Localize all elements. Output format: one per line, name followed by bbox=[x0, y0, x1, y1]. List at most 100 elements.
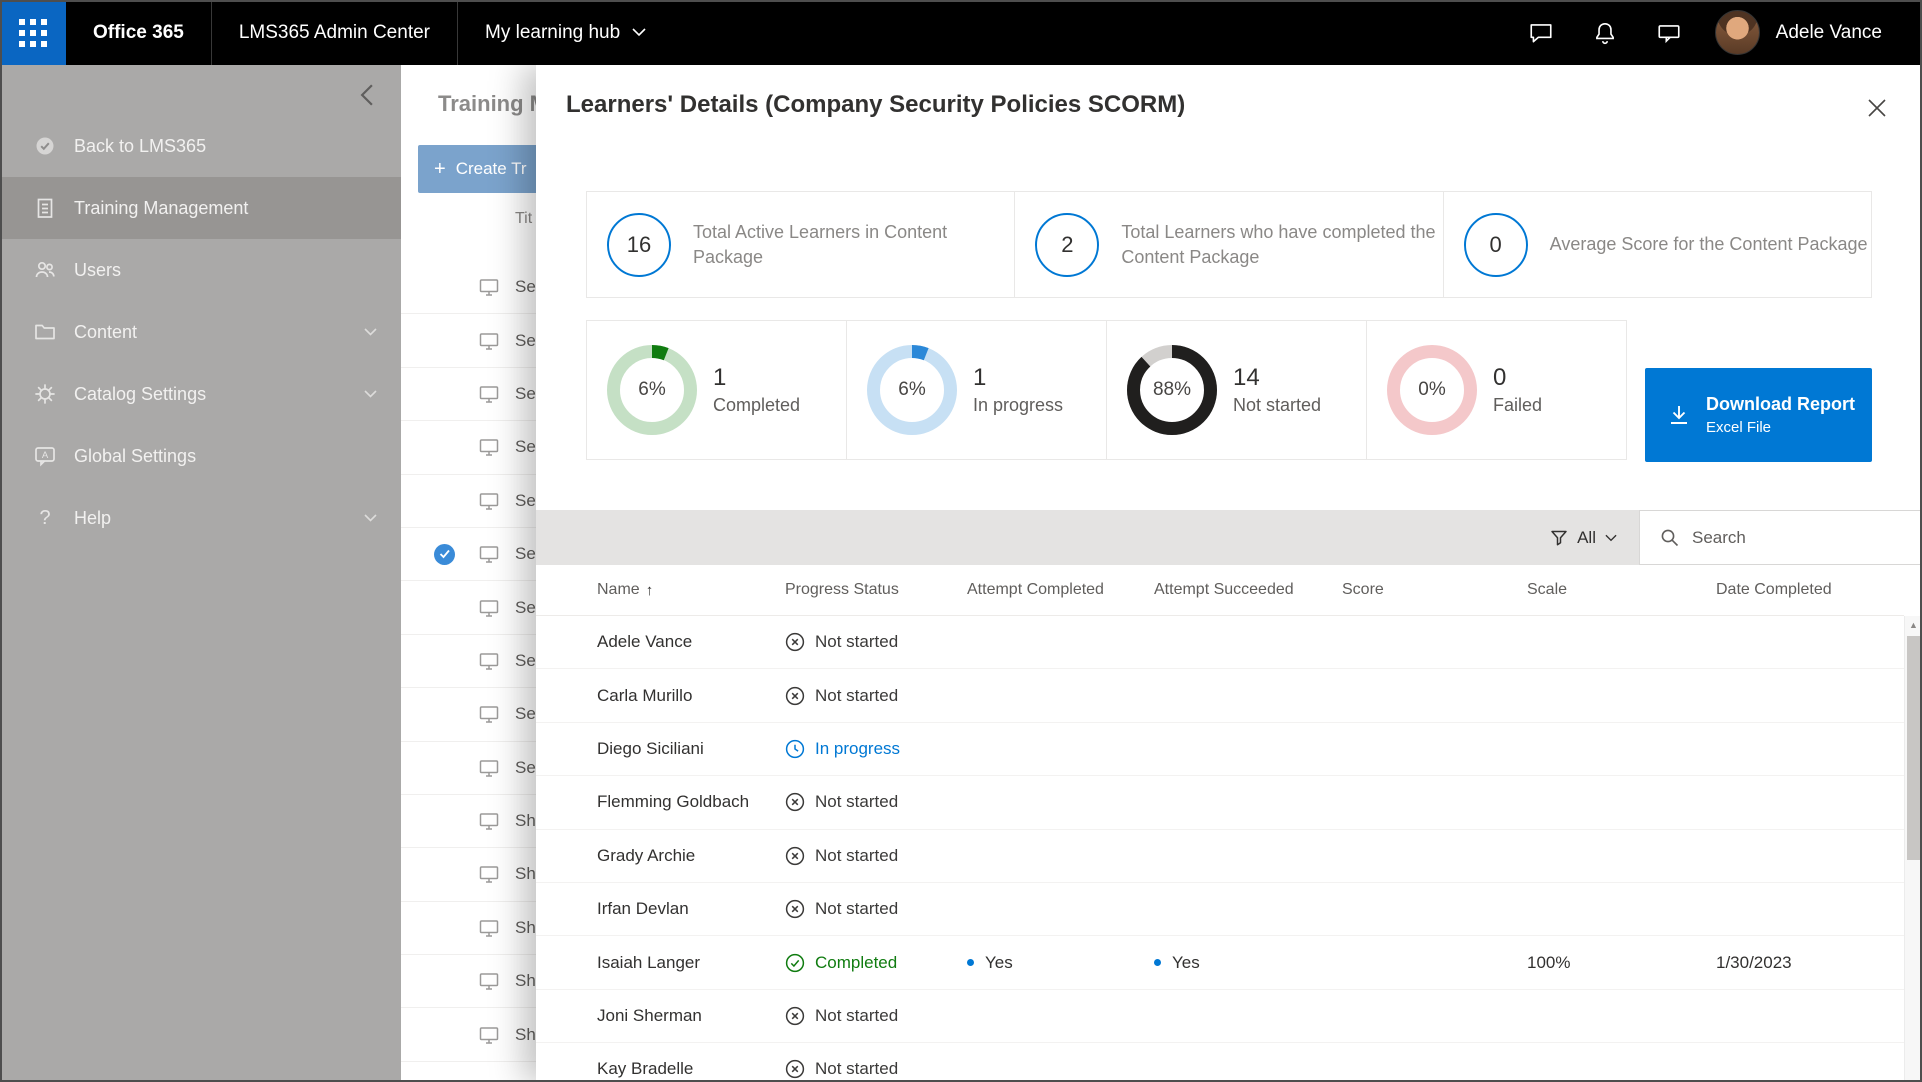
table-row[interactable]: Diego Siciliani In progress bbox=[536, 723, 1904, 776]
plus-icon: + bbox=[434, 158, 446, 181]
status-icon bbox=[785, 632, 805, 652]
sidebar-item-training-management[interactable]: Training Management bbox=[0, 177, 401, 239]
download-button-title: Download Report bbox=[1706, 394, 1855, 415]
sidebar-item-content[interactable]: Content bbox=[0, 301, 401, 363]
learner-name: Grady Archie bbox=[597, 846, 785, 866]
close-button[interactable] bbox=[1862, 93, 1892, 123]
donut-percent: 0% bbox=[1387, 345, 1477, 435]
feedback-button[interactable] bbox=[1637, 0, 1701, 65]
column-header-name[interactable]: Name ↑ bbox=[597, 581, 785, 599]
hub-menu[interactable]: My learning hub bbox=[458, 0, 673, 65]
table-row[interactable]: Adele Vance Not started bbox=[536, 616, 1904, 669]
stat-card-active-learners: 16 Total Active Learners in Content Pack… bbox=[586, 191, 1015, 298]
download-button-subtitle: Excel File bbox=[1706, 419, 1855, 436]
search-icon bbox=[1660, 528, 1679, 547]
monitor-icon bbox=[478, 650, 500, 672]
sidebar-item-label: Training Management bbox=[74, 198, 248, 219]
people-icon bbox=[33, 258, 57, 282]
attempt-succeeded-cell: Yes bbox=[1154, 953, 1342, 973]
monitor-icon bbox=[478, 543, 500, 565]
admin-center-link[interactable]: LMS365 Admin Center bbox=[212, 0, 457, 65]
table-row[interactable]: Flemming Goldbach Not started bbox=[536, 776, 1904, 829]
lms365-logo-icon bbox=[33, 134, 57, 158]
table-row[interactable]: Kay Bradelle Not started bbox=[536, 1043, 1904, 1082]
office-365-link[interactable]: Office 365 bbox=[66, 0, 211, 65]
table-row[interactable]: Isaiah Langer Completed Yes Yes 100% 1/3… bbox=[536, 936, 1904, 989]
stat-card-average-score: 0 Average Score for the Content Package bbox=[1443, 191, 1872, 298]
chevron-down-icon bbox=[364, 514, 377, 522]
user-name: Adele Vance bbox=[1776, 22, 1882, 44]
scroll-up-arrow-icon[interactable]: ▲ bbox=[1905, 616, 1922, 634]
avatar[interactable] bbox=[1715, 10, 1760, 55]
funnel-icon bbox=[1550, 529, 1568, 547]
progress-status-cell: Completed bbox=[785, 953, 967, 973]
sidebar-item-users[interactable]: Users bbox=[0, 239, 401, 301]
monitor-icon bbox=[478, 490, 500, 512]
search-input[interactable] bbox=[1692, 511, 1921, 564]
status-icon bbox=[785, 686, 805, 706]
column-header-scale[interactable]: Scale bbox=[1527, 581, 1716, 599]
filter-bar: All bbox=[536, 510, 1639, 565]
column-header-attempt-completed[interactable]: Attempt Completed bbox=[967, 581, 1154, 599]
column-header-attempt-succeeded[interactable]: Attempt Succeeded bbox=[1154, 581, 1342, 599]
learner-name: Diego Siciliani bbox=[597, 739, 785, 759]
chevron-down-icon bbox=[1605, 534, 1617, 542]
sidebar-collapse-button[interactable] bbox=[353, 81, 381, 109]
vertical-scrollbar[interactable]: ▲ bbox=[1904, 616, 1922, 1082]
filter-dropdown[interactable]: All bbox=[1542, 522, 1625, 554]
status-text: Not started bbox=[815, 846, 898, 866]
topbar-actions: Adele Vance bbox=[1509, 0, 1922, 65]
learner-name: Carla Murillo bbox=[597, 686, 785, 706]
help-icon: ? bbox=[33, 506, 57, 530]
table-row[interactable]: Irfan Devlan Not started bbox=[536, 883, 1904, 936]
progress-status-cell: Not started bbox=[785, 846, 967, 866]
monitor-icon bbox=[478, 330, 500, 352]
scrollbar-thumb[interactable] bbox=[1907, 636, 1920, 860]
monitor-icon bbox=[478, 1077, 500, 1082]
progress-status-cell: Not started bbox=[785, 899, 967, 919]
donut-label: Not started bbox=[1233, 395, 1321, 416]
monitor-icon bbox=[478, 970, 500, 992]
learners-table-body: Adele Vance Not started Carla Murillo No… bbox=[536, 616, 1904, 1082]
search-box bbox=[1639, 510, 1922, 565]
sidebar-item-back-to-lms365[interactable]: Back to LMS365 bbox=[0, 115, 401, 177]
chevron-left-icon bbox=[359, 84, 375, 106]
table-row[interactable]: Grady Archie Not started bbox=[536, 830, 1904, 883]
column-header-date-completed[interactable]: Date Completed bbox=[1716, 581, 1904, 599]
sort-ascending-icon: ↑ bbox=[646, 582, 654, 599]
sidebar-item-global-settings[interactable]: A Global Settings bbox=[0, 425, 401, 487]
progress-status-cell: In progress bbox=[785, 739, 967, 759]
table-row[interactable]: Joni Sherman Not started bbox=[536, 990, 1904, 1043]
language-icon: A bbox=[33, 444, 57, 468]
donut-card-completed: 6% 1 Completed bbox=[586, 320, 847, 460]
status-icon bbox=[785, 1006, 805, 1026]
sidebar-item-help[interactable]: ? Help bbox=[0, 487, 401, 549]
scale-cell: 100% bbox=[1527, 953, 1716, 973]
app-launcher-button[interactable] bbox=[0, 0, 66, 65]
waffle-icon bbox=[19, 19, 47, 47]
status-text: Not started bbox=[815, 1006, 898, 1026]
progress-status-cell: Not started bbox=[785, 792, 967, 812]
table-row[interactable]: Carla Murillo Not started bbox=[536, 669, 1904, 722]
sidebar-item-label: Help bbox=[74, 508, 111, 529]
learners-details-panel: Learners' Details (Company Security Poli… bbox=[536, 65, 1922, 1082]
notifications-button[interactable] bbox=[1573, 0, 1637, 65]
close-icon bbox=[1867, 98, 1887, 118]
selected-check-icon bbox=[434, 544, 455, 565]
column-header-score[interactable]: Score bbox=[1342, 581, 1527, 599]
donut-percent: 6% bbox=[607, 345, 697, 435]
stat-value: 2 bbox=[1035, 213, 1099, 277]
monitor-icon bbox=[478, 436, 500, 458]
status-text: Not started bbox=[815, 792, 898, 812]
monitor-icon bbox=[478, 276, 500, 298]
column-header-progress-status[interactable]: Progress Status bbox=[785, 581, 967, 599]
donut-card-in-progress: 6% 1 In progress bbox=[846, 320, 1107, 460]
sidebar-item-catalog-settings[interactable]: Catalog Settings bbox=[0, 363, 401, 425]
learner-name: Isaiah Langer bbox=[597, 953, 785, 973]
download-report-button[interactable]: Download Report Excel File bbox=[1645, 368, 1872, 462]
learners-table-header: Name ↑ Progress Status Attempt Completed… bbox=[536, 565, 1904, 616]
donut-value: 0 bbox=[1493, 364, 1542, 392]
yes-dot bbox=[967, 959, 974, 966]
monitor-icon bbox=[478, 597, 500, 619]
chat-button[interactable] bbox=[1509, 0, 1573, 65]
